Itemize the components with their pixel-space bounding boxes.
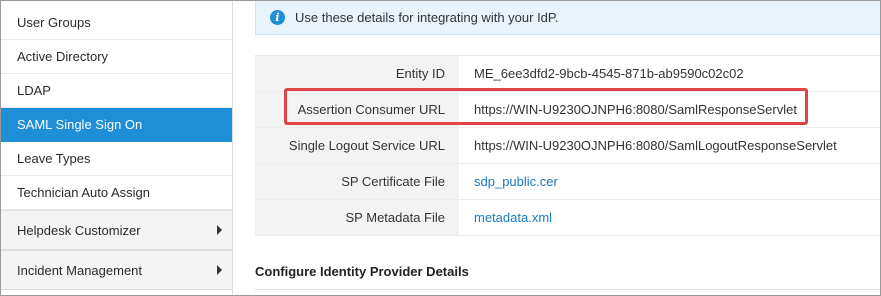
sidebar-item-label: User Groups [17,15,91,30]
field-value: ME_6ee3dfd2-9bcb-4545-871b-ab9590c02c02 [474,66,744,81]
sp-certificate-download-link[interactable]: sdp_public.cer [474,164,558,199]
section-title: Configure Identity Provider Details [255,264,469,279]
section-divider [255,289,880,290]
sidebar-item-saml-single-sign-on[interactable]: SAML Single Sign On [1,108,232,142]
chevron-right-icon [217,225,222,235]
sidebar-item-label: LDAP [17,83,51,98]
table-row-sp-certificate-file: SP Certificate File sdp_public.cer [255,164,880,200]
sidebar-item-technician-auto-assign[interactable]: Technician Auto Assign [1,176,232,210]
field-label: Single Logout Service URL [255,128,459,163]
sidebar-item-label: Leave Types [17,151,91,166]
sidebar-item-active-directory[interactable]: Active Directory [1,40,232,74]
sidebar-item-label: SAML Single Sign On [17,117,143,132]
chevron-right-icon [217,265,222,275]
highlight-box [284,88,808,125]
field-label: SP Certificate File [255,164,459,199]
sidebar: User Groups Active Directory LDAP SAML S… [1,1,233,295]
field-value: https://WIN-U9230OJNPH6:8080/SamlLogoutR… [474,138,837,153]
table-row-sp-metadata-file: SP Metadata File metadata.xml [255,200,880,236]
sidebar-group-helpdesk-customizer[interactable]: Helpdesk Customizer [1,210,232,250]
table-row-entity-id: Entity ID ME_6ee3dfd2-9bcb-4545-871b-ab9… [255,56,880,92]
sidebar-group-incident-management[interactable]: Incident Management [1,250,232,290]
sidebar-item-user-groups[interactable]: User Groups [1,6,232,40]
field-label: Entity ID [255,56,459,91]
app-frame: User Groups Active Directory LDAP SAML S… [0,0,881,296]
info-banner: i Use these details for integrating with… [255,1,880,35]
sidebar-item-leave-types[interactable]: Leave Types [1,142,232,176]
info-icon: i [270,10,285,25]
info-banner-text: Use these details for integrating with y… [295,10,559,25]
table-row-single-logout-service-url: Single Logout Service URL https://WIN-U9… [255,128,880,164]
sidebar-group-label: Helpdesk Customizer [17,222,141,238]
sp-details-table: Entity ID ME_6ee3dfd2-9bcb-4545-871b-ab9… [255,55,880,236]
field-label: SP Metadata File [255,200,459,235]
sp-metadata-download-link[interactable]: metadata.xml [474,200,552,235]
sidebar-item-label: Active Directory [17,49,109,64]
sidebar-item-ldap[interactable]: LDAP [1,74,232,108]
sidebar-item-label: Technician Auto Assign [17,185,150,200]
sidebar-group-label: Incident Management [17,262,143,278]
